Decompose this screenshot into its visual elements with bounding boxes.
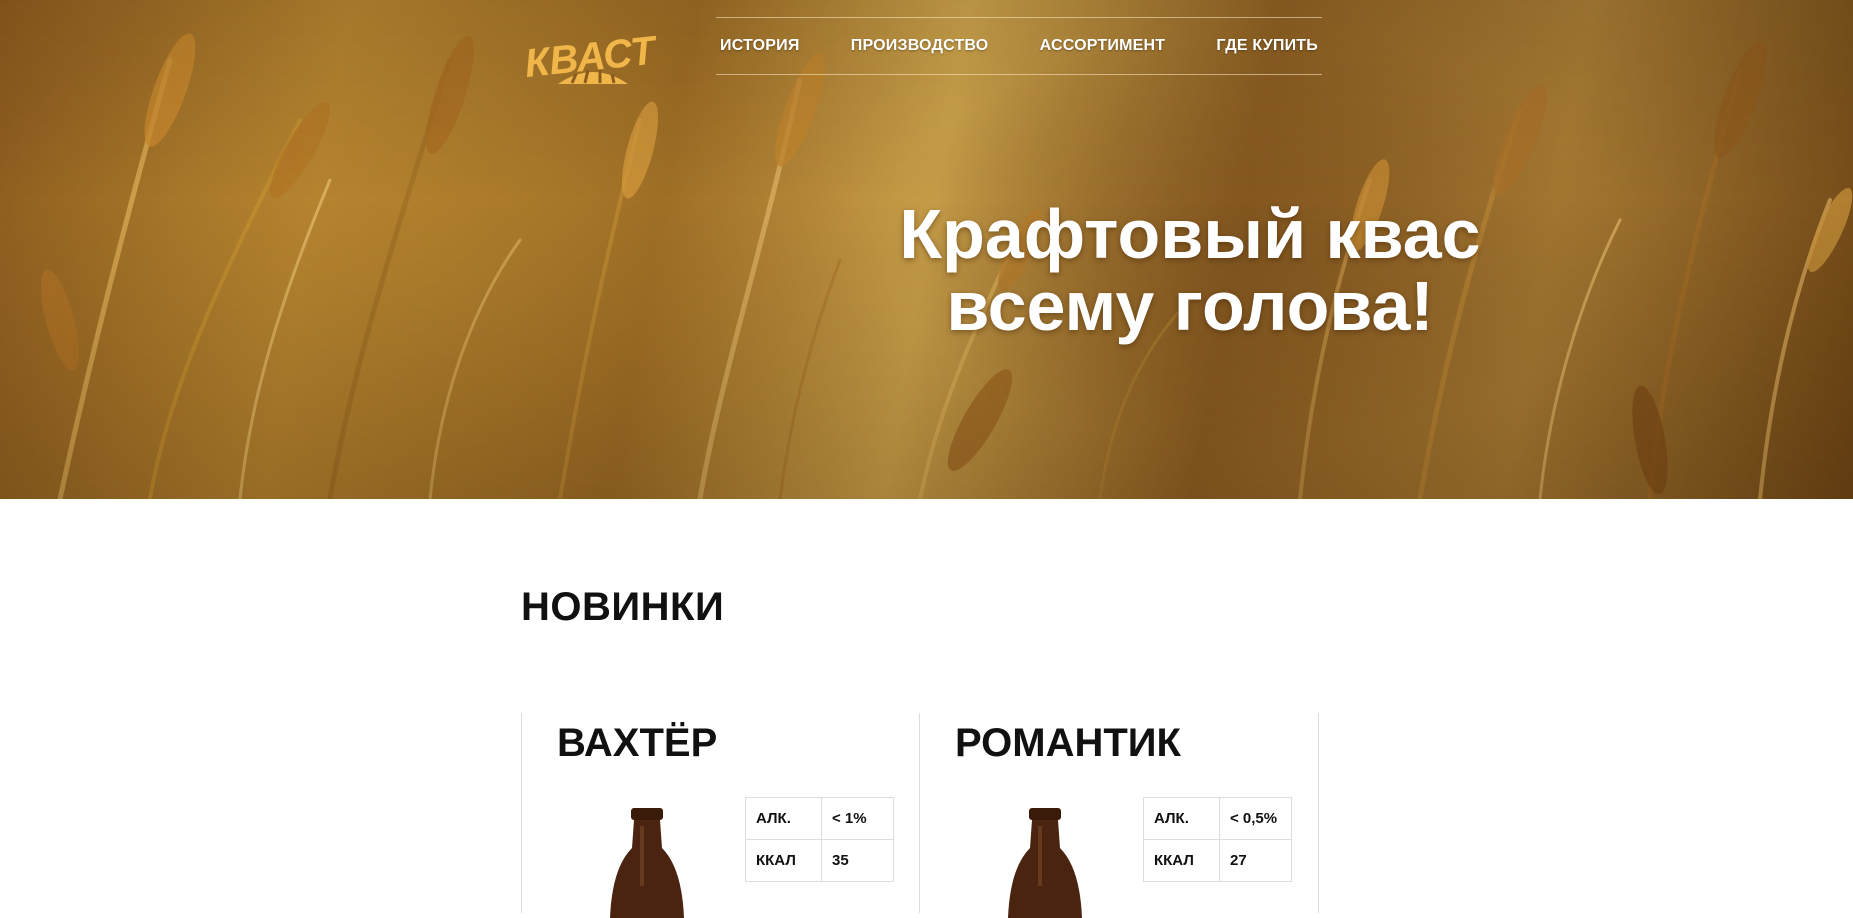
product-name: РОМАНТИК [955, 721, 1181, 765]
section-title-new: НОВИНКИ [521, 585, 725, 629]
bottle-icon [610, 808, 684, 918]
product-card[interactable]: РОМАНТИК АЛК. < 0,5% ККАЛ 27 [919, 713, 1319, 918]
spec-label: ККАЛ [1143, 839, 1220, 882]
table-row: АЛК. < 1% [745, 797, 894, 840]
spec-value: < 1% [821, 797, 894, 840]
product-name: ВАХТЁР [557, 721, 718, 765]
table-row: ККАЛ 35 [745, 839, 894, 882]
nav-item-history[interactable]: ИСТОРИЯ [720, 37, 800, 55]
main-nav: ИСТОРИЯ ПРОИЗВОДСТВО АССОРТИМЕНТ ГДЕ КУП… [716, 17, 1322, 75]
bottle-icon [1008, 808, 1082, 918]
product-specs-table: АЛК. < 0,5% ККАЛ 27 [1143, 797, 1292, 882]
spec-value: 35 [821, 839, 894, 882]
spec-label: ККАЛ [745, 839, 822, 882]
product-specs-table: АЛК. < 1% ККАЛ 35 [745, 797, 894, 882]
spec-label: АЛК. [1143, 797, 1220, 840]
nav-item-where-to-buy[interactable]: ГДЕ КУПИТЬ [1216, 37, 1318, 55]
hero-title: Крафтовый квас всему голова! [860, 198, 1520, 342]
product-card[interactable]: ВАХТЁР АЛК. < 1% ККАЛ 35 [521, 713, 920, 918]
nav-item-assortment[interactable]: АССОРТИМЕНТ [1040, 37, 1166, 55]
nav-item-production[interactable]: ПРОИЗВОДСТВО [851, 37, 989, 55]
hero-title-line-1: Крафтовый квас [899, 195, 1481, 273]
spec-value: < 0,5% [1219, 797, 1292, 840]
hero-title-line-2: всему голова! [946, 267, 1434, 345]
spec-value: 27 [1219, 839, 1292, 882]
table-row: ККАЛ 27 [1143, 839, 1292, 882]
brand-logo[interactable]: КВАСТ [518, 12, 668, 90]
spec-label: АЛК. [745, 797, 822, 840]
kvast-logo-icon: КВАСТ [523, 28, 661, 86]
table-row: АЛК. < 0,5% [1143, 797, 1292, 840]
